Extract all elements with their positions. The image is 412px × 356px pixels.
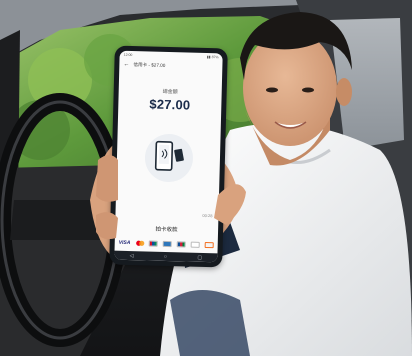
header-title: 信用卡 - $27.00 <box>133 62 166 68</box>
visa-logo: VISA <box>118 239 131 246</box>
tap-instruction: 拍卡收款 <box>155 226 178 234</box>
discover-logo <box>204 241 214 248</box>
amount-label: 總金額 <box>162 88 178 96</box>
jcb-logo <box>176 240 186 247</box>
status-time: 12:00 <box>123 52 133 58</box>
diners-club-logo <box>190 241 200 248</box>
app-header: ← 信用卡 - $27.00 <box>119 60 222 73</box>
back-icon[interactable]: ◁ <box>130 253 134 259</box>
mastercard-logo <box>135 240 144 246</box>
photo-scene: 12:00 ▮▮ 87% ← 信用卡 - $27.00 總金額 $27.00 0… <box>0 0 412 356</box>
android-nav-bar: ◁ ○ ▢ <box>114 250 218 263</box>
recents-icon[interactable]: ▢ <box>197 254 202 260</box>
phone: 12:00 ▮▮ 87% ← 信用卡 - $27.00 總金額 $27.00 0… <box>109 45 228 268</box>
countdown-timer: 00:28 <box>202 212 213 219</box>
back-arrow-icon[interactable]: ← <box>123 62 129 68</box>
tap-card-icon <box>154 140 184 171</box>
status-icons: ▮▮ 87% <box>206 54 219 60</box>
phone-screen: 12:00 ▮▮ 87% ← 信用卡 - $27.00 總金額 $27.00 0… <box>114 50 223 263</box>
card-brand-logos: VISA <box>119 239 214 248</box>
home-icon[interactable]: ○ <box>164 253 167 259</box>
amex-logo <box>162 240 173 247</box>
amount-value: $27.00 <box>149 96 191 113</box>
unionpay-logo <box>149 240 159 247</box>
tap-to-pay-illustration <box>144 133 194 183</box>
